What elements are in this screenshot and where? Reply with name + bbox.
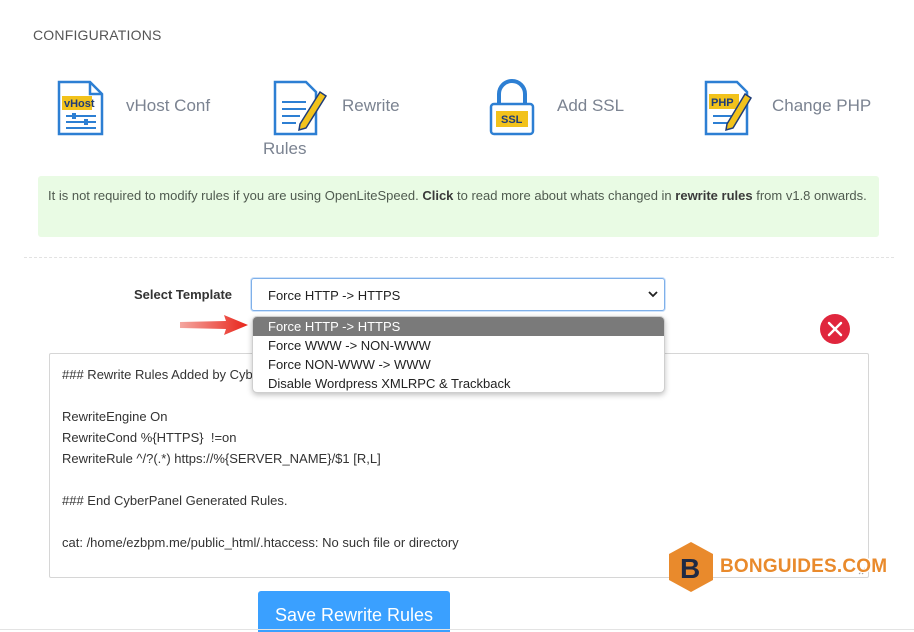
notice-text-2: to read more about whats changed in — [453, 188, 676, 203]
add-ssl-link[interactable]: SSL Add SSL — [488, 78, 628, 138]
template-select-value: Force HTTP -> HTTPS — [268, 288, 401, 303]
bottom-border — [0, 629, 914, 630]
vhost-conf-label: vHost Conf — [126, 96, 211, 115]
template-option[interactable]: Force WWW -> NON-WWW — [253, 336, 664, 355]
openlitespeed-notice: It is not required to modify rules if yo… — [38, 176, 879, 237]
notice-text-1: It is not required to modify rules if yo… — [48, 188, 423, 203]
template-option[interactable]: Force NON-WWW -> WWW — [253, 355, 664, 374]
vhost-icon: vHost — [57, 80, 104, 136]
editor-line: RewriteEngine On — [62, 409, 168, 424]
add-ssl-label: Add SSL — [557, 96, 625, 115]
select-template-label: Select Template — [134, 287, 233, 302]
php-icon: PHP — [704, 80, 753, 136]
editor-line: RewriteRule ^/?(.*) https://%{SERVER_NAM… — [62, 451, 381, 466]
pointer-arrow-icon — [180, 315, 248, 335]
divider — [24, 257, 894, 258]
svg-text:PHP: PHP — [711, 97, 734, 109]
template-dropdown: Force HTTP -> HTTPS Force WWW -> NON-WWW… — [252, 316, 665, 393]
change-php-link[interactable]: PHP Change PHP — [703, 80, 873, 136]
rewrite-icon — [273, 80, 328, 136]
notice-click-link[interactable]: Click — [422, 188, 453, 203]
save-rewrite-rules-button[interactable]: Save Rewrite Rules — [258, 591, 450, 632]
section-title: CONFIGURATIONS — [33, 27, 162, 43]
template-option[interactable]: Force HTTP -> HTTPS — [253, 317, 664, 336]
change-php-label: Change PHP — [772, 96, 872, 115]
svg-text:B: B — [680, 553, 700, 584]
template-option[interactable]: Disable Wordpress XMLRPC & Trackback — [253, 374, 664, 392]
rewrite-rules-label-line2: Rules — [263, 139, 307, 158]
svg-text:vHost: vHost — [64, 98, 95, 110]
editor-line: RewriteCond %{HTTPS} !=on — [62, 430, 237, 445]
close-button[interactable] — [820, 314, 850, 344]
template-select[interactable]: Force HTTP -> HTTPS — [251, 278, 665, 311]
close-icon — [827, 321, 843, 337]
svg-text:SSL: SSL — [501, 114, 523, 126]
rewrite-rules-label-line1: Rewrite — [342, 96, 400, 115]
vhost-conf-link[interactable]: vHost vHost Conf — [56, 80, 216, 136]
notice-text-3: from v1.8 onwards. — [752, 188, 867, 203]
rewrite-rules-link[interactable]: Rewrite Rules — [262, 80, 412, 160]
ssl-lock-icon: SSL — [489, 79, 535, 136]
bonguides-logo-icon: B — [669, 542, 713, 592]
bonguides-watermark: B BONGUIDES.COM — [664, 540, 887, 594]
notice-rewrite-rules: rewrite rules — [675, 188, 753, 203]
chevron-down-icon — [648, 291, 658, 298]
editor-line: ### End CyberPanel Generated Rules. — [62, 493, 288, 508]
watermark-text: BONGUIDES.COM — [720, 556, 888, 577]
